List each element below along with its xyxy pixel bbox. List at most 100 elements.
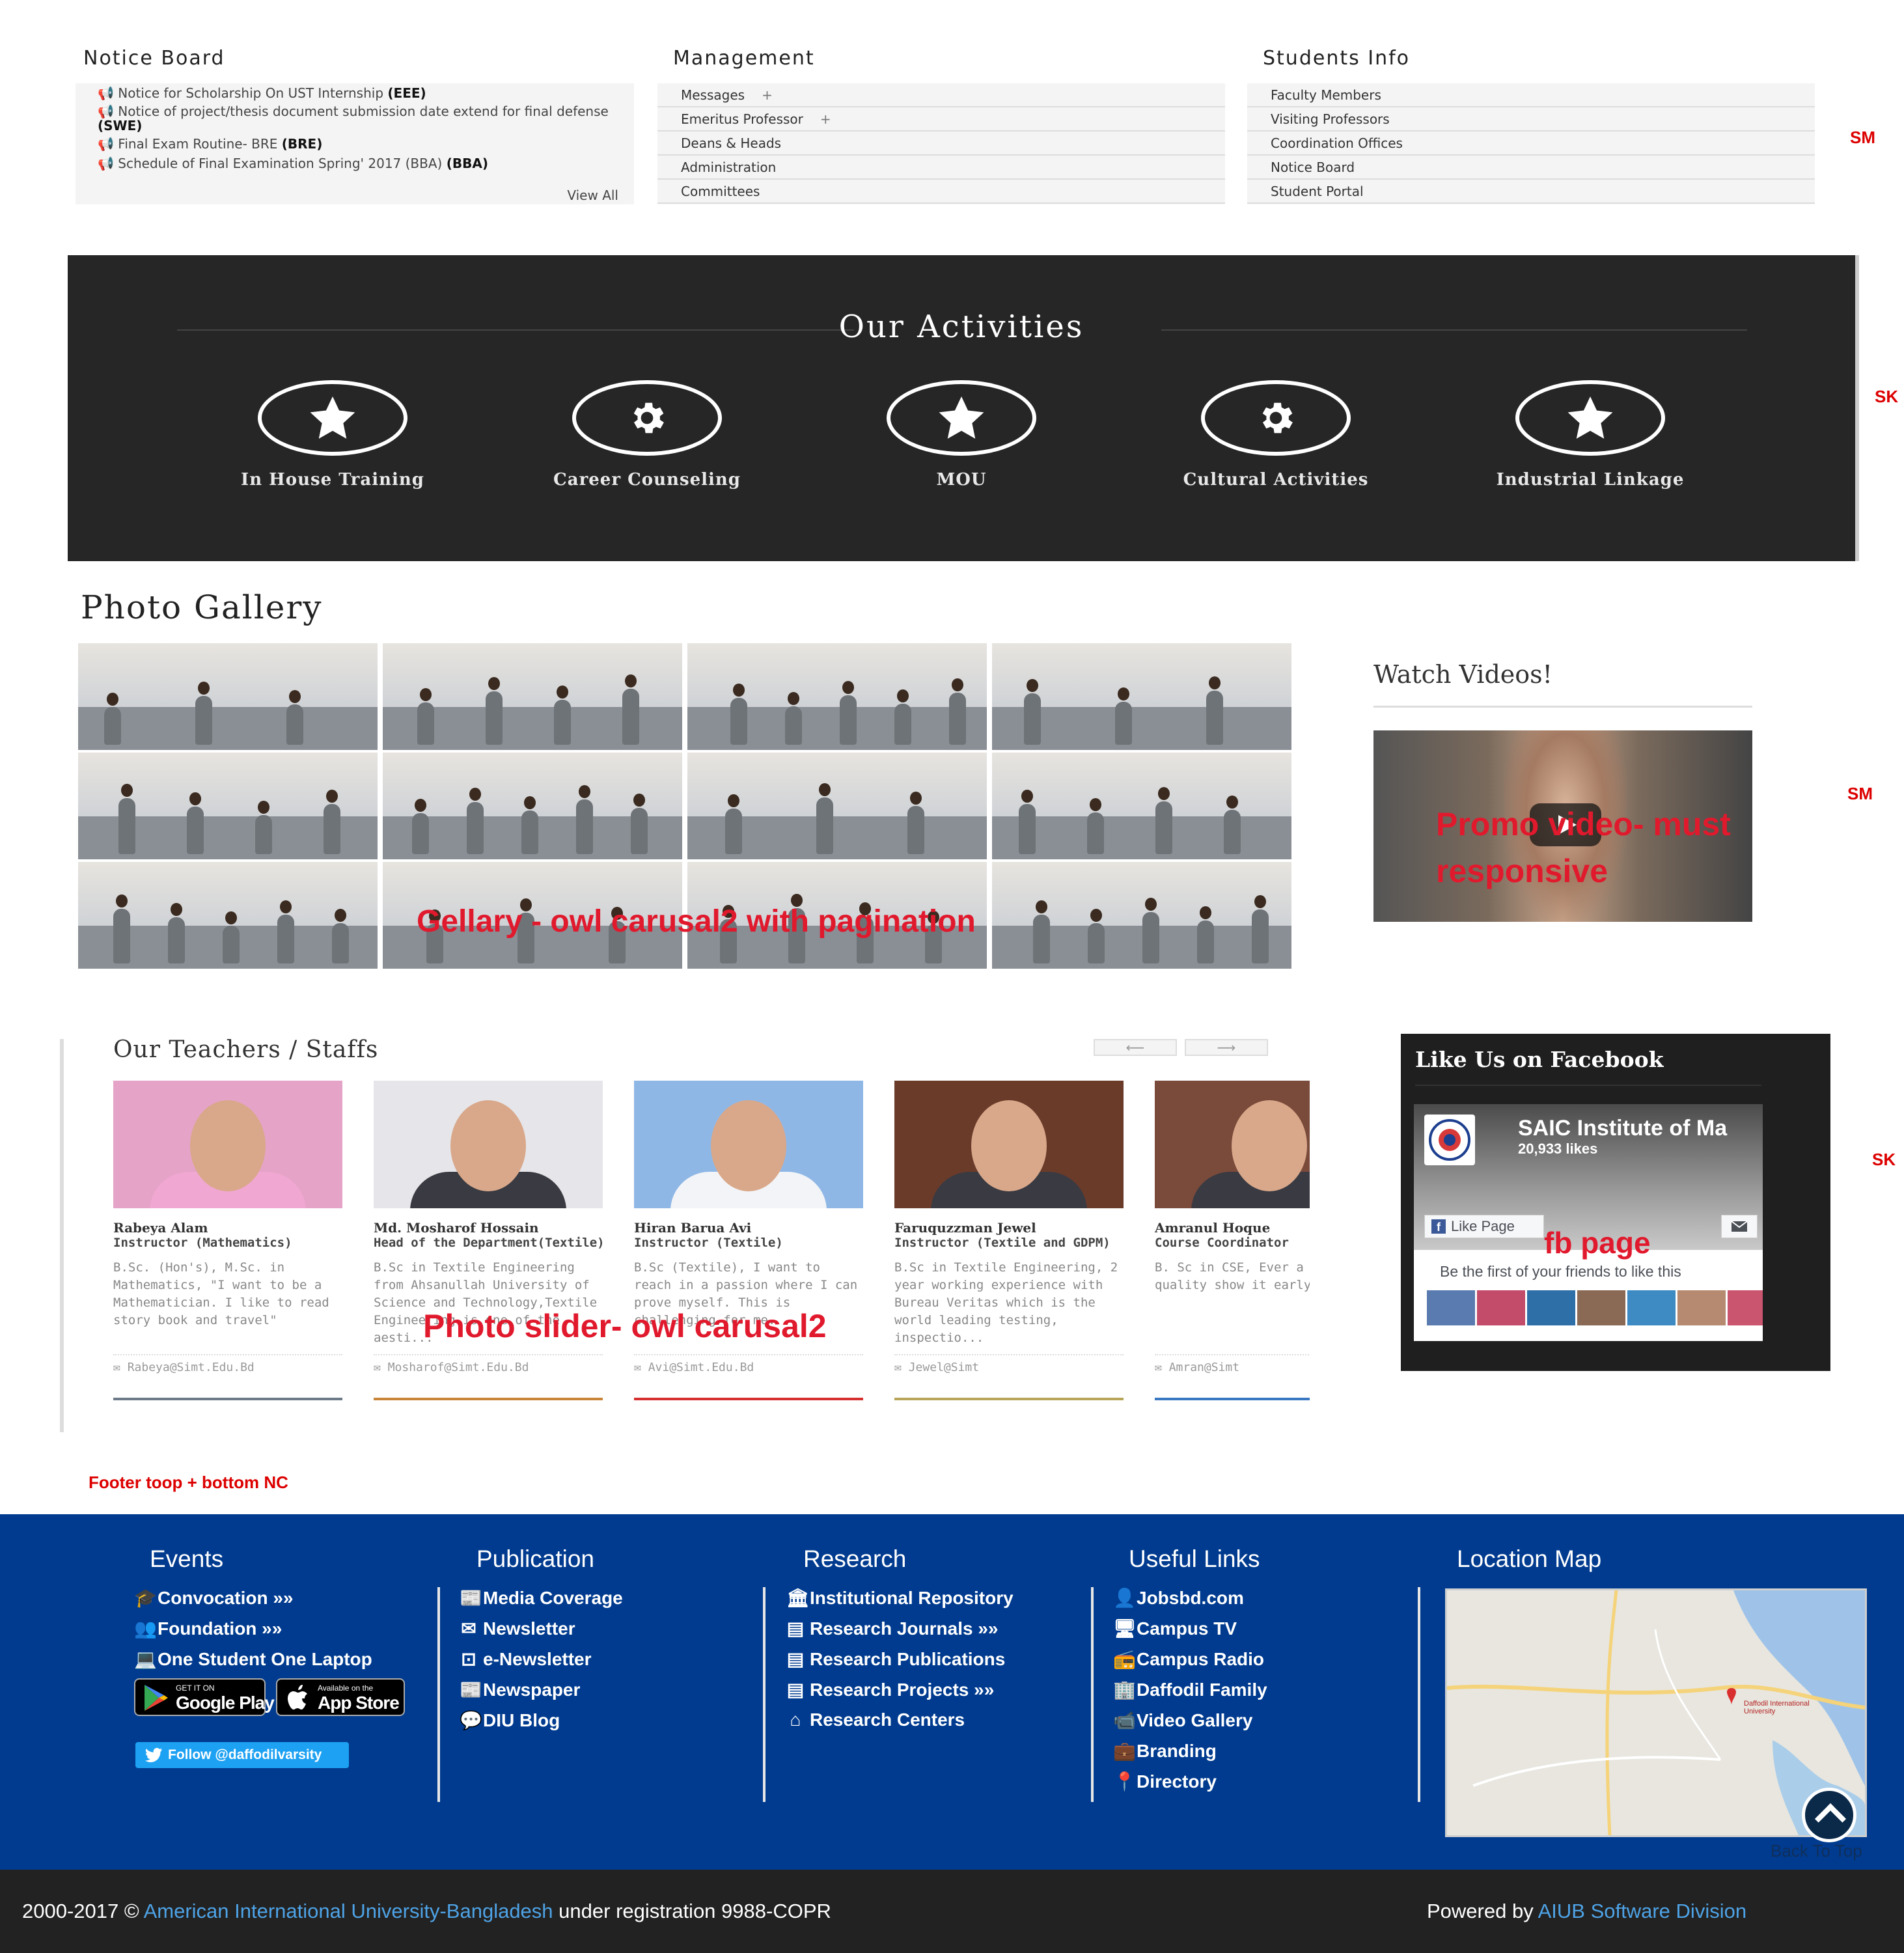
activity-label[interactable]: MOU	[825, 470, 1098, 490]
students-info-item[interactable]: Notice Board	[1247, 156, 1815, 180]
management-item[interactable]: Administration	[657, 156, 1225, 180]
teacher-email[interactable]: ✉ Avi@Simt.Edu.Bd	[634, 1354, 863, 1374]
notice-item[interactable]: 📢 Notice for Scholarship On UST Internsh…	[98, 86, 618, 100]
management-item[interactable]: Deans & Heads	[657, 132, 1225, 156]
footer-link[interactable]: ▤ Research Journals »»	[786, 1618, 999, 1639]
laptop-icon: 💻	[134, 1649, 157, 1669]
footer-link[interactable]: ✉ Newsletter	[460, 1618, 575, 1639]
facebook-page-name[interactable]: SAIC Institute of Ma	[1518, 1116, 1727, 1141]
management-item[interactable]: Messages +	[657, 83, 1225, 107]
notice-item[interactable]: 📢 Final Exam Routine- BRE (BRE)	[98, 137, 618, 151]
friend-avatar[interactable]	[1627, 1290, 1676, 1325]
footer-link[interactable]: 📰Newspaper	[460, 1679, 580, 1700]
footer-link[interactable]: 💬DIU Blog	[460, 1710, 560, 1731]
twitter-follow-button[interactable]: Follow @daffodilvarsity	[135, 1742, 349, 1768]
like-page-button[interactable]: Like Page	[1424, 1215, 1544, 1238]
notice-item[interactable]: 📢 Schedule of Final Examination Spring' …	[98, 156, 618, 171]
teacher-accent-bar	[374, 1398, 603, 1400]
notice-item[interactable]: 📢 Notice of project/thesis document subm…	[98, 104, 618, 133]
friend-avatar[interactable]	[1477, 1290, 1525, 1325]
footer-link[interactable]: 💻One Student One Laptop	[134, 1648, 372, 1670]
activity-label[interactable]: In House Training	[196, 470, 469, 490]
gallery-photo[interactable]	[687, 643, 987, 750]
footer-link[interactable]: ⌂ Research Centers	[786, 1710, 965, 1730]
students-info-item[interactable]: Visiting Professors	[1247, 107, 1815, 132]
friend-avatar[interactable]	[1728, 1290, 1763, 1325]
expand-icon[interactable]: +	[762, 87, 773, 103]
footer-link[interactable]: 📍Directory	[1113, 1771, 1217, 1792]
activity-label[interactable]: Career Counseling	[510, 470, 784, 490]
gallery-photo[interactable]	[78, 753, 378, 859]
students-info-item[interactable]: Faculty Members	[1247, 83, 1815, 107]
management-item[interactable]: Committees	[657, 180, 1225, 204]
location-map[interactable]: Daffodil International University	[1445, 1588, 1867, 1837]
teacher-card[interactable]: Faruquzzman Jewel Instructor (Textile and…	[894, 1081, 1124, 1400]
activity-icon-button[interactable]	[258, 380, 407, 456]
activity-label[interactable]: Industrial Linkage	[1454, 470, 1727, 490]
footer-link[interactable]: 📻Campus Radio	[1113, 1648, 1264, 1670]
graduation-cap-icon: 🎓	[134, 1588, 157, 1608]
teacher-email[interactable]: ✉ Amran@Simt	[1155, 1354, 1310, 1374]
footer-link[interactable]: ▤ Research Projects »»	[786, 1679, 995, 1700]
side-tag: SM	[1847, 784, 1873, 803]
gallery-photo[interactable]	[383, 643, 682, 750]
footer-link[interactable]: 💼Branding	[1113, 1740, 1217, 1762]
divider	[1415, 1085, 1761, 1086]
activity-label[interactable]: Cultural Activities	[1139, 470, 1413, 490]
gallery-photo[interactable]	[78, 643, 378, 750]
activity-icon-button[interactable]	[887, 380, 1036, 456]
footer-link[interactable]: 🖥Campus TV	[1113, 1618, 1237, 1639]
expand-icon[interactable]: +	[820, 111, 831, 127]
division-link[interactable]: AIUB Software Division	[1538, 1900, 1746, 1922]
friend-avatar[interactable]	[1677, 1290, 1726, 1325]
management-item[interactable]: Emeritus Professor +	[657, 107, 1225, 132]
teacher-email[interactable]: ✉ Mosharof@Simt.Edu.Bd	[374, 1354, 603, 1374]
friend-avatar[interactable]	[1427, 1290, 1475, 1325]
footer-link[interactable]: ⊡ e-Newsletter	[460, 1648, 591, 1670]
teacher-face	[190, 1100, 266, 1191]
footer-link-label: Research Centers	[810, 1710, 965, 1730]
teacher-email[interactable]: ✉ Jewel@Simt	[894, 1354, 1124, 1374]
facebook-page-card[interactable]: SAIC Institute of Ma 20,933 likes Like P…	[1414, 1104, 1763, 1341]
google-play-button[interactable]: GET IT ON Google Play	[134, 1678, 275, 1716]
footer-link[interactable]: 🏢Daffodil Family	[1113, 1679, 1267, 1700]
teacher-email[interactable]: ✉ Rabeya@Simt.Edu.Bd	[113, 1354, 342, 1374]
footer-link-label: Campus TV	[1137, 1618, 1237, 1639]
back-to-top-button[interactable]	[1802, 1788, 1856, 1842]
map-marker-icon: 📍	[1113, 1771, 1136, 1792]
activity-icon-button[interactable]	[1515, 380, 1665, 456]
gallery-photo[interactable]	[78, 862, 378, 969]
footer-link[interactable]: 🏛Institutional Repository	[786, 1587, 1014, 1609]
activity-icon-button[interactable]	[1201, 380, 1351, 456]
activity-icon-button[interactable]	[572, 380, 722, 456]
gallery-photo[interactable]	[992, 753, 1291, 859]
students-info-item[interactable]: Coordination Offices	[1247, 132, 1815, 156]
teacher-card[interactable]: Hiran Barua Avi Instructor (Textile) B.Sc …	[634, 1081, 863, 1400]
gallery-photo[interactable]	[992, 862, 1291, 969]
back-to-top-label[interactable]: Back To Top	[1771, 1841, 1862, 1861]
friend-avatar[interactable]	[1527, 1290, 1575, 1325]
footer-link[interactable]: 👥Foundation »»	[134, 1618, 282, 1639]
teacher-card[interactable]: Amranul Hoque Course Coordinator B. Sc in …	[1155, 1081, 1310, 1400]
gallery-photo[interactable]	[383, 753, 682, 859]
friend-avatar[interactable]	[1577, 1290, 1625, 1325]
students-info-item[interactable]: Student Portal	[1247, 180, 1815, 204]
app-store-button[interactable]: Available on the App Store	[276, 1678, 405, 1716]
footer-link[interactable]: 📹Video Gallery	[1113, 1710, 1252, 1731]
footer-link[interactable]: ▤ Research Publications	[786, 1648, 1006, 1670]
gallery-photo[interactable]	[687, 753, 987, 859]
teacher-card[interactable]: Md. Mosharof Hossain Head of the Departme…	[374, 1081, 605, 1400]
university-link[interactable]: American International University-Bangla…	[144, 1900, 553, 1922]
footer-link-label: Convocation »»	[158, 1588, 294, 1608]
footer-link[interactable]: 📰Media Coverage	[460, 1587, 623, 1609]
teacher-card[interactable]: Rabeya Alam Instructor (Mathematics) B.Sc.…	[113, 1081, 342, 1400]
gallery-photo[interactable]	[992, 643, 1291, 750]
footer-link[interactable]: 👤Jobsbd.com	[1113, 1587, 1244, 1609]
video-player[interactable]: Promo video- must responsive	[1373, 730, 1752, 922]
footer-link-label: Research Publications	[810, 1649, 1006, 1669]
footer-link[interactable]: 🎓Convocation »»	[134, 1587, 293, 1609]
share-button[interactable]	[1721, 1215, 1758, 1238]
prev-arrow-button[interactable]: ⟵	[1094, 1039, 1177, 1056]
next-arrow-button[interactable]: ⟶	[1185, 1039, 1268, 1056]
view-all-link[interactable]: View All	[567, 187, 618, 203]
